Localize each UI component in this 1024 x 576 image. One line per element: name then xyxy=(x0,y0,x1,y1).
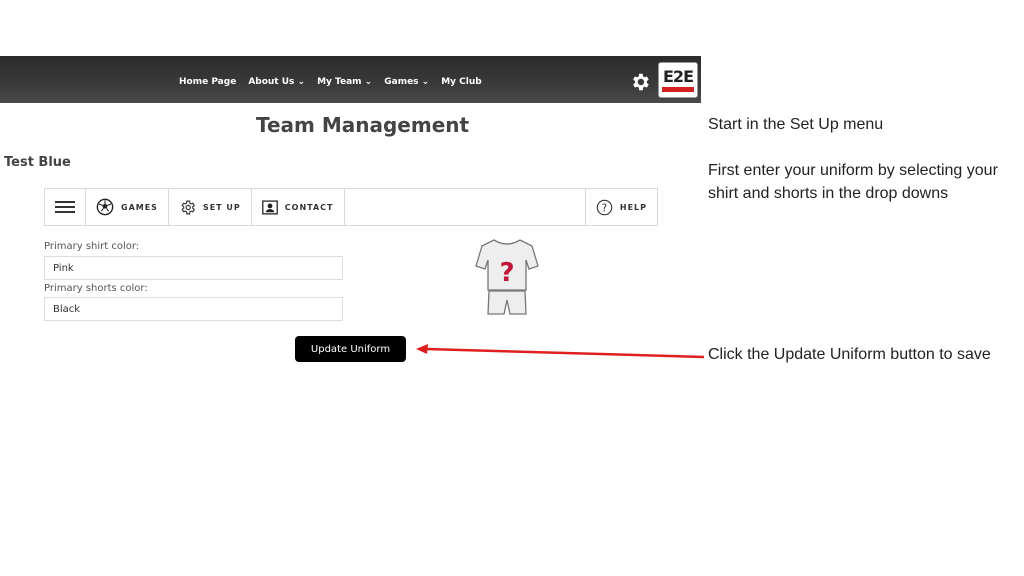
hamburger-icon xyxy=(55,198,75,216)
annotation-note-update: Click the Update Uniform button to save xyxy=(708,346,991,363)
nav-my-team[interactable]: My Team ⌄ xyxy=(317,77,372,87)
tab-contact-label: CONTACT xyxy=(284,202,334,212)
page-title: Team Management xyxy=(256,113,470,137)
tab-setup-label: SET UP xyxy=(202,202,241,212)
tab-help-label: HELP xyxy=(619,202,647,212)
soccer-ball-icon xyxy=(96,198,114,216)
svg-text:?: ? xyxy=(602,203,607,214)
nav-games[interactable]: Games ⌄ xyxy=(384,77,429,87)
nav-my-club[interactable]: My Club xyxy=(441,77,482,87)
help-icon: ? xyxy=(596,199,613,215)
logo-text: E2E xyxy=(663,66,694,86)
tab-setup[interactable]: SET UP xyxy=(169,189,252,225)
update-uniform-button[interactable]: Update Uniform xyxy=(295,336,406,362)
main-nav: Home Page About Us ⌄ My Team ⌄ Games ⌄ M… xyxy=(179,77,482,87)
club-logo[interactable]: E2E xyxy=(658,62,698,98)
svg-text:?: ? xyxy=(499,258,514,288)
team-name: Test Blue xyxy=(4,155,71,170)
shirt-color-select[interactable]: Pink xyxy=(44,256,343,280)
annotation-note-uniform: First enter your uniform by selecting yo… xyxy=(708,162,998,202)
nav-home-page[interactable]: Home Page xyxy=(179,77,236,87)
contact-card-icon xyxy=(261,199,278,215)
shorts-color-label: Primary shorts color: xyxy=(44,283,148,294)
gear-icon[interactable] xyxy=(629,71,651,93)
tab-games[interactable]: GAMES xyxy=(86,189,169,225)
tab-games-label: GAMES xyxy=(121,202,158,212)
team-toolbar: GAMES SET UP CONTACT ? HELP xyxy=(44,188,658,226)
tab-help[interactable]: ? HELP xyxy=(584,189,657,225)
gear-outline-icon xyxy=(181,200,195,214)
top-navbar: Home Page About Us ⌄ My Team ⌄ Games ⌄ M… xyxy=(0,56,701,103)
tab-contact[interactable]: CONTACT xyxy=(252,189,345,225)
shorts-color-select[interactable]: Black xyxy=(44,297,343,321)
menu-button[interactable] xyxy=(45,189,86,225)
shirt-color-label: Primary shirt color: xyxy=(44,241,140,252)
uniform-preview-icon: ? xyxy=(475,239,539,315)
logo-red-bar xyxy=(662,86,694,92)
annotation-arrow xyxy=(416,344,705,359)
nav-about-us[interactable]: About Us ⌄ xyxy=(248,77,305,87)
annotation-note-setup: Start in the Set Up menu xyxy=(708,116,884,133)
